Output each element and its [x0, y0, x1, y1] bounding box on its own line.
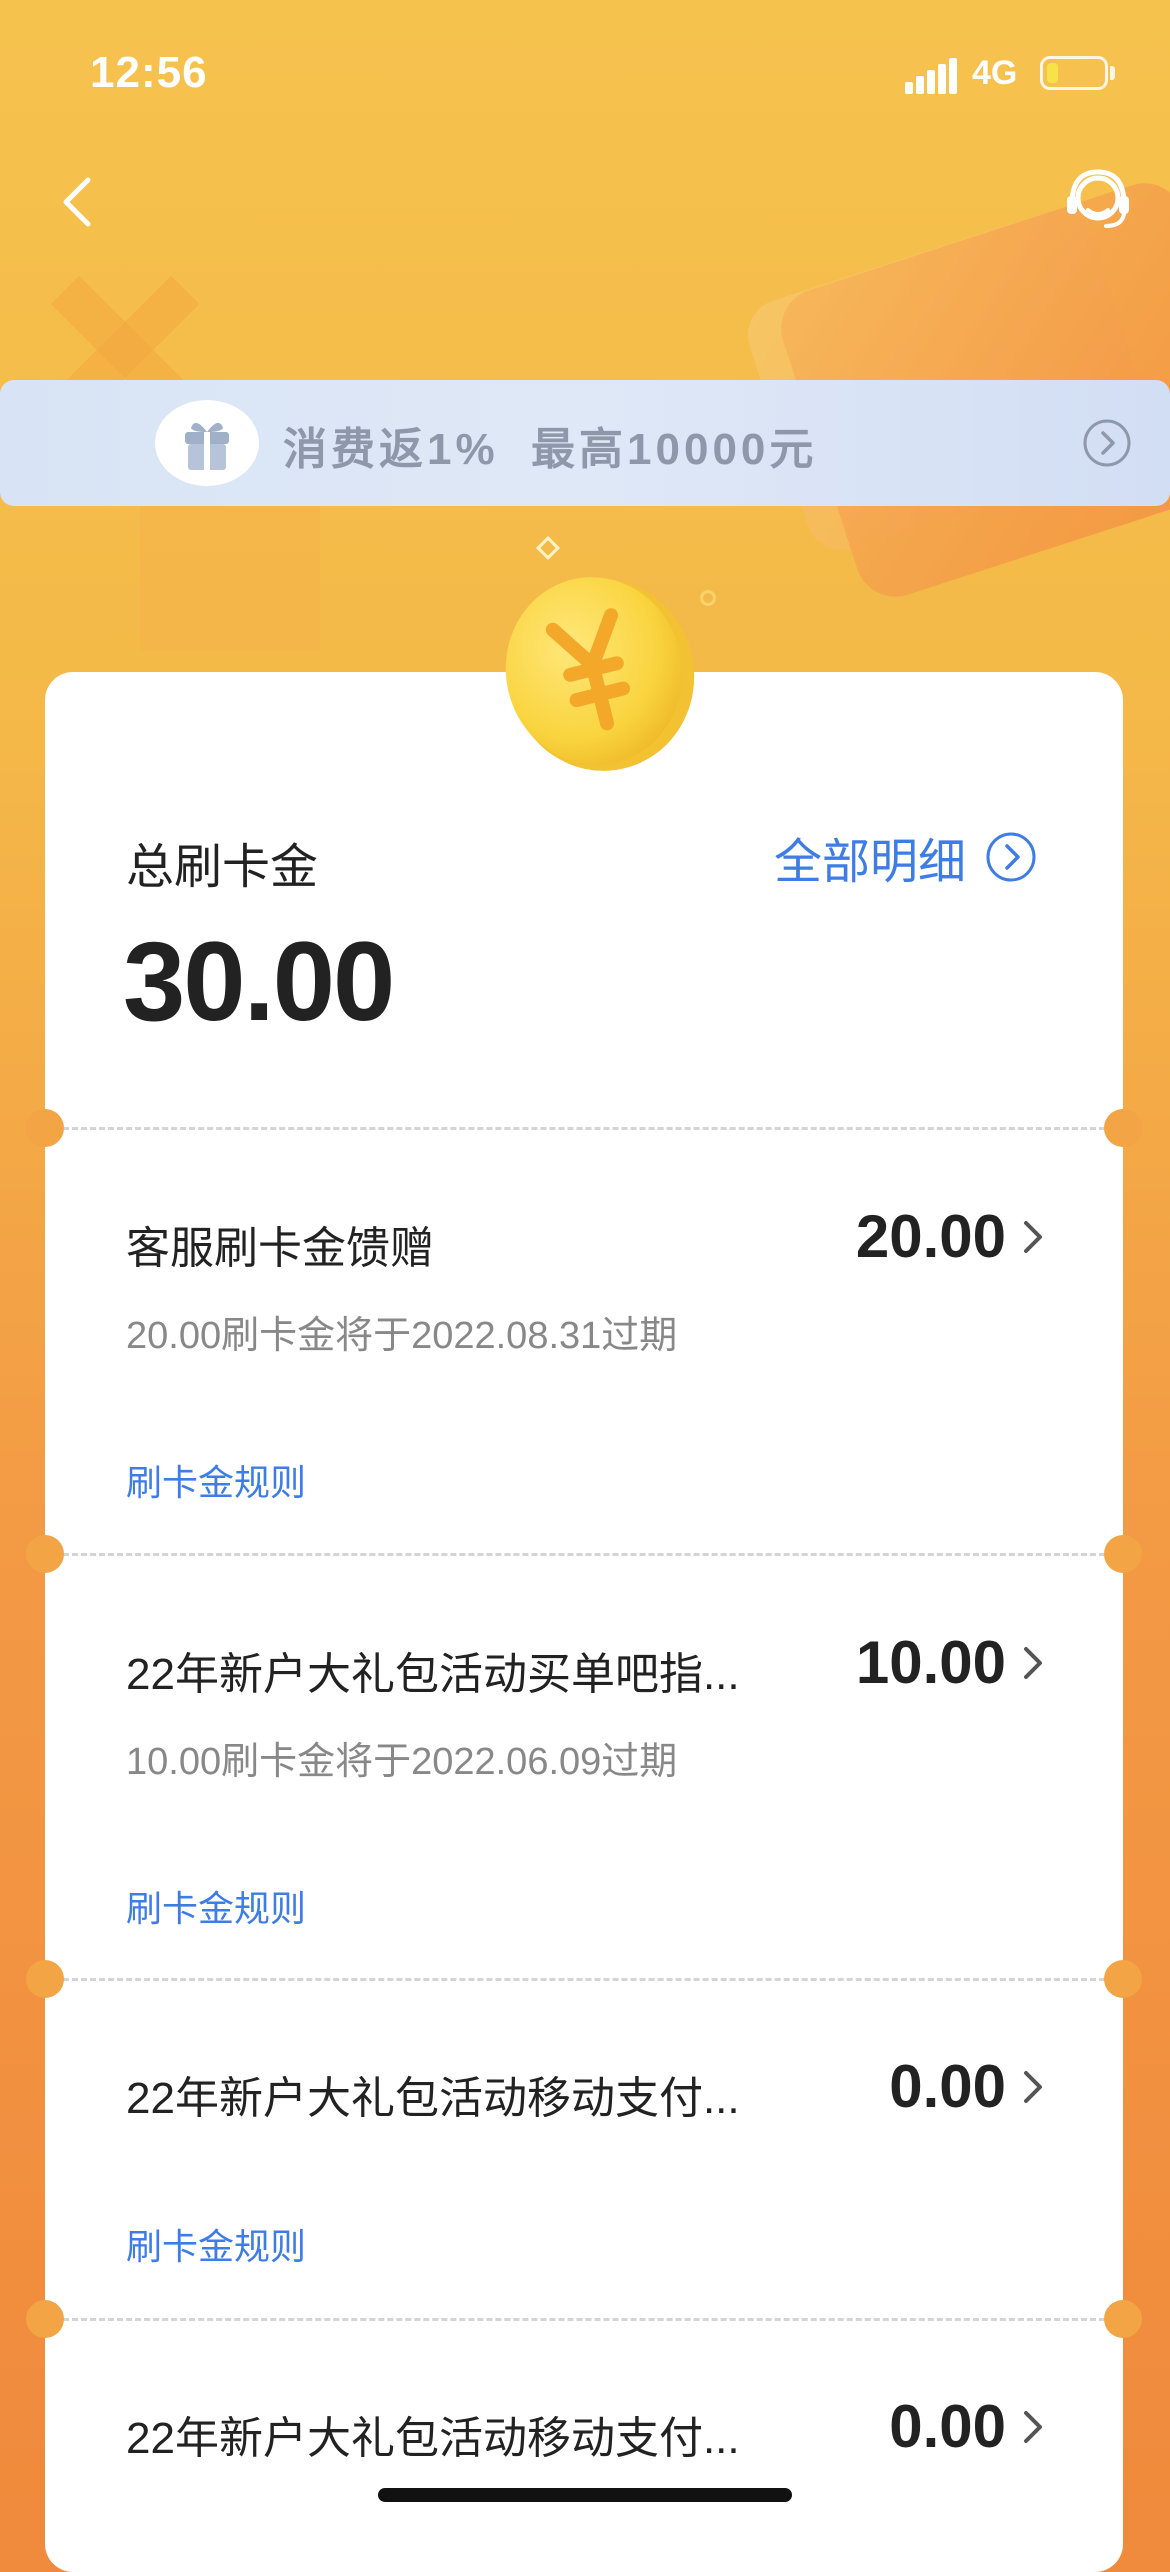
divider: [45, 2318, 1123, 2321]
signal-icon: [905, 58, 957, 94]
status-bar: 12:56 4G: [0, 0, 1170, 150]
item-expiry: 10.00刷卡金将于2022.06.09过期: [126, 1741, 678, 1783]
customer-service-icon[interactable]: [1058, 160, 1138, 240]
ticket-notch: [26, 1109, 64, 1147]
all-details-link[interactable]: 全部明细: [774, 822, 1038, 892]
amount-value: 0.00: [889, 2393, 1006, 2460]
chevron-right-icon: [1024, 2070, 1042, 2103]
item-amount: 20.00: [856, 1202, 1048, 1271]
ticket-notch: [1104, 1960, 1142, 1998]
amount-value: 10.00: [855, 1629, 1006, 1696]
rule-link[interactable]: 刷卡金规则: [126, 1454, 306, 1506]
ticket-notch: [26, 1960, 64, 1998]
divider: [45, 1553, 1123, 1556]
item-expiry: 20.00刷卡金将于2022.08.31过期: [126, 1315, 678, 1357]
item-title: 22年新户大礼包活动买单吧指...: [126, 1650, 740, 1699]
item-title: 22年新户大礼包活动移动支付...: [126, 2414, 740, 2463]
network-type: 4G: [972, 54, 1018, 92]
sparkle-icon: [535, 535, 561, 561]
battery-level: [1047, 63, 1058, 83]
battery-icon: [1040, 56, 1108, 90]
total-value: 30.00: [123, 919, 395, 1044]
item-amount: 0.00: [889, 2052, 1048, 2121]
item-amount: 10.00: [856, 1628, 1048, 1697]
ticket-notch: [26, 1535, 64, 1573]
divider: [45, 1127, 1123, 1130]
status-time: 12:56: [90, 48, 208, 97]
item-amount: 0.00: [889, 2392, 1048, 2461]
all-details-label: 全部明细: [773, 836, 966, 889]
chevron-right-icon: [1024, 1646, 1042, 1679]
card-summary: 总刷卡金 全部明细 30.00 客服刷卡金馈赠 20.00 20.00刷卡金将于…: [26, 672, 1142, 2572]
promo-text: 消费返1% 最高10000元: [283, 425, 818, 474]
rule-link[interactable]: 刷卡金规则: [126, 1880, 306, 1932]
ticket-notch: [26, 2300, 64, 2338]
item-title: 客服刷卡金馈赠: [126, 1224, 434, 1273]
battery-tip: [1110, 66, 1115, 80]
gift-icon: [155, 400, 259, 486]
rule-link[interactable]: 刷卡金规则: [126, 2218, 306, 2270]
chevron-right-icon: [1024, 2410, 1042, 2443]
chevron-right-circle-icon[interactable]: [1082, 418, 1132, 468]
promo-banner[interactable]: 消费返1% 最高10000元: [0, 380, 1170, 506]
chevron-left-icon[interactable]: [50, 160, 110, 240]
total-label: 总刷卡金: [126, 841, 319, 894]
ticket-notch: [1104, 2300, 1142, 2338]
chevron-right-circle-icon: [986, 832, 1036, 882]
item-title: 22年新户大礼包活动移动支付...: [126, 2074, 740, 2123]
amount-value: 20.00: [855, 1203, 1006, 1270]
chevron-right-icon: [1024, 1220, 1042, 1253]
home-indicator: [378, 2488, 792, 2502]
ticket-notch: [1104, 1535, 1142, 1573]
ticket-notch: [1104, 1109, 1142, 1147]
amount-value: 0.00: [889, 2053, 1006, 2120]
yuan-coin-icon: [505, 577, 695, 771]
divider: [45, 1978, 1123, 1981]
